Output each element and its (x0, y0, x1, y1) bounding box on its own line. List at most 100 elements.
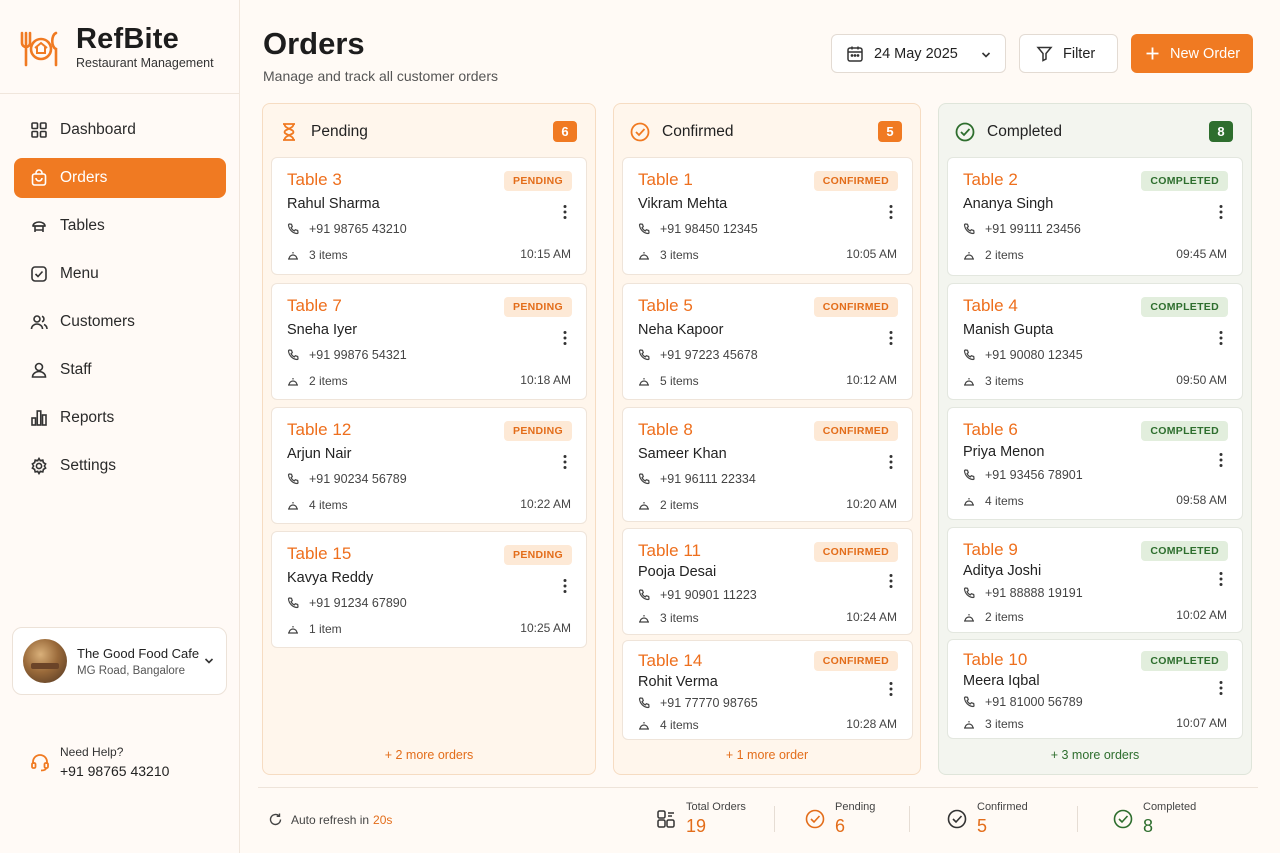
column-header: Completed (955, 122, 1062, 142)
customer-name: Ananya Singh (963, 196, 1054, 212)
more-options-icon[interactable] (562, 204, 568, 220)
stat-label: Pending (835, 801, 876, 813)
more-options-icon[interactable] (1218, 680, 1224, 696)
customer-phone: +91 88888 19191 (963, 586, 1083, 600)
customer-phone: +91 99876 54321 (287, 348, 407, 362)
more-orders-link[interactable]: + 3 more orders (939, 748, 1251, 762)
order-card[interactable]: Table 5 CONFIRMED Neha Kapoor +91 97223 … (622, 283, 913, 400)
customer-name: Arjun Nair (287, 446, 352, 462)
order-time: 10:28 AM (846, 717, 897, 731)
customer-name: Pooja Desai (638, 564, 717, 580)
order-card[interactable]: Table 8 CONFIRMED Sameer Khan +91 96111 … (622, 407, 913, 522)
date-picker[interactable]: 24 May 2025 (831, 34, 1006, 73)
order-time: 10:02 AM (1176, 608, 1227, 622)
customer-phone: +91 90080 12345 (963, 348, 1083, 362)
stat-value: 8 (1143, 816, 1154, 836)
order-card[interactable]: Table 14 CONFIRMED Rohit Verma +91 77770… (622, 640, 913, 740)
status-badge: COMPLETED (1141, 541, 1228, 561)
order-items: 4 items (287, 498, 348, 512)
more-options-icon[interactable] (562, 330, 568, 346)
phone-icon (963, 469, 975, 481)
order-card[interactable]: Table 10 COMPLETED Meera Iqbal +91 81000… (947, 639, 1243, 739)
status-badge: COMPLETED (1141, 297, 1228, 317)
cloche-icon (288, 378, 298, 386)
completed-check-icon (1113, 809, 1133, 829)
customer-name: Aditya Joshi (963, 563, 1042, 579)
calendar-icon (847, 46, 863, 62)
more-options-icon[interactable] (1218, 452, 1224, 468)
filter-button[interactable]: Filter (1019, 34, 1118, 73)
sidebar-item-orders[interactable]: Orders (14, 158, 226, 198)
order-time: 10:25 AM (520, 621, 571, 635)
sidebar-item-reports[interactable]: Reports (14, 398, 226, 438)
order-table: Table 4 (963, 296, 1018, 315)
more-options-icon[interactable] (1218, 204, 1224, 220)
sidebar-item-customers[interactable]: Customers (14, 302, 226, 342)
phone-icon (638, 589, 650, 601)
customer-name: Kavya Reddy (287, 570, 374, 586)
more-options-icon[interactable] (562, 578, 568, 594)
status-badge: PENDING (504, 171, 572, 191)
bag-icon (31, 169, 47, 186)
staff-icon (31, 362, 47, 378)
more-options-icon[interactable] (888, 573, 894, 589)
customer-phone: +91 96111 22334 (638, 472, 756, 486)
cloche-icon (964, 378, 974, 386)
help-contact[interactable]: Need Help? +91 98765 43210 (30, 745, 169, 779)
order-card[interactable]: Table 12 PENDING Arjun Nair +91 90234 56… (271, 407, 587, 524)
order-items: 2 items (638, 498, 699, 512)
order-card[interactable]: Table 15 PENDING Kavya Reddy +91 91234 6… (271, 531, 587, 648)
more-options-icon[interactable] (888, 454, 894, 470)
order-time: 10:22 AM (520, 497, 571, 511)
chevron-down-icon (981, 52, 991, 58)
order-items: 2 items (963, 610, 1024, 624)
order-card[interactable]: Table 2 COMPLETED Ananya Singh +91 99111… (947, 157, 1243, 276)
sidebar-item-tables[interactable]: Tables (14, 206, 226, 246)
stat-label: Completed (1143, 801, 1197, 813)
sidebar-item-settings[interactable]: Settings (14, 446, 226, 486)
venue-switcher[interactable]: The Good Food Cafe MG Road, Bangalore (12, 627, 227, 695)
more-orders-link[interactable]: + 1 more order (614, 748, 920, 762)
stat-value: 5 (977, 816, 988, 836)
order-items: 2 items (287, 374, 348, 388)
order-card[interactable]: Table 1 CONFIRMED Vikram Mehta +91 98450… (622, 157, 913, 275)
order-card[interactable]: Table 6 COMPLETED Priya Menon +91 93456 … (947, 407, 1243, 520)
order-card[interactable]: Table 7 PENDING Sneha Iyer +91 99876 543… (271, 283, 587, 400)
pending-check-icon (805, 809, 825, 829)
auto-refresh-indicator[interactable]: Auto refresh in 20s (268, 812, 392, 827)
more-options-icon[interactable] (888, 330, 894, 346)
order-items: 4 items (963, 494, 1024, 508)
brand-name: RefBite (76, 23, 179, 55)
order-items: 3 items (638, 611, 699, 625)
more-orders-link[interactable]: + 2 more orders (263, 748, 595, 762)
sidebar-item-staff[interactable]: Staff (14, 350, 226, 390)
more-options-icon[interactable] (562, 454, 568, 470)
sidebar-item-menu[interactable]: Menu (14, 254, 226, 294)
more-options-icon[interactable] (1218, 330, 1224, 346)
more-options-icon[interactable] (888, 204, 894, 220)
order-table: Table 8 (638, 420, 693, 439)
order-items: 1 item (287, 622, 342, 636)
stat-label: Confirmed (977, 801, 1028, 813)
sidebar-item-label: Settings (60, 457, 117, 474)
order-card[interactable]: Table 4 COMPLETED Manish Gupta +91 90080… (947, 283, 1243, 400)
sidebar-item-dashboard[interactable]: Dashboard (14, 110, 226, 150)
order-card[interactable]: Table 11 CONFIRMED Pooja Desai +91 90901… (622, 528, 913, 635)
new-order-button[interactable]: New Order (1131, 34, 1253, 73)
order-items: 3 items (287, 248, 348, 262)
refresh-seconds: 20s (373, 812, 393, 827)
order-table: Table 1 (638, 170, 693, 189)
venue-location: MG Road, Bangalore (77, 664, 186, 677)
more-options-icon[interactable] (888, 681, 894, 697)
brand[interactable]: RefBite Restaurant Management (18, 24, 214, 70)
cloche-icon (288, 626, 298, 634)
order-card[interactable]: Table 9 COMPLETED Aditya Joshi +91 88888… (947, 527, 1243, 633)
orders-icon (657, 810, 675, 828)
phone-icon (287, 223, 299, 235)
chevron-down-icon (204, 658, 214, 664)
cloche-icon (639, 722, 649, 730)
brand-subtitle: Restaurant Management (76, 56, 214, 70)
order-time: 09:50 AM (1176, 373, 1227, 387)
order-card[interactable]: Table 3 PENDING Rahul Sharma +91 98765 4… (271, 157, 587, 275)
more-options-icon[interactable] (1218, 571, 1224, 587)
